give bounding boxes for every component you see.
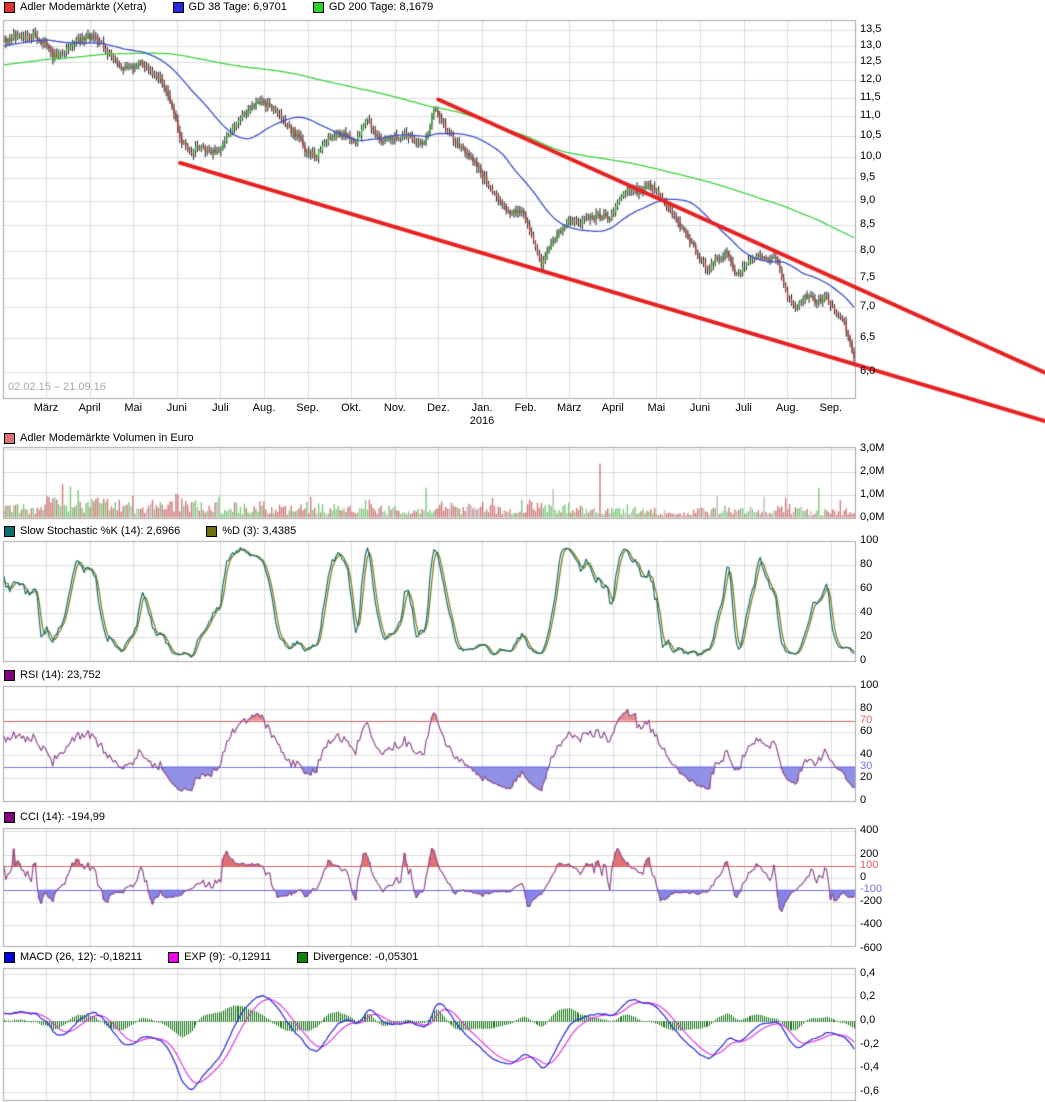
stochastic-d-label: %D (3): 3,4385 [222, 525, 296, 537]
macd-divergence-swatch [297, 952, 308, 963]
macd-series-label: MACD (26, 12): -0,18211 [20, 951, 142, 963]
legend-item: MACD (26, 12): -0,18211 [4, 951, 142, 963]
macd-series-swatch [4, 952, 15, 963]
rsi-series-swatch [4, 670, 15, 681]
gd38-label: GD 38 Tage: 6,9701 [189, 1, 287, 13]
legend-item: Divergence: -0,05301 [297, 951, 418, 963]
price-pane-legend: Adler Modemärkte (Xetra) GD 38 Tage: 6,9… [4, 1, 433, 13]
price-series-swatch [4, 2, 15, 13]
stochastic-d-swatch [206, 526, 217, 537]
rsi-series-label: RSI (14): 23,752 [20, 669, 101, 681]
cci-pane-legend: CCI (14): -194,99 [4, 811, 105, 823]
legend-item: CCI (14): -194,99 [4, 811, 105, 823]
cci-series-swatch [4, 812, 15, 823]
legend-item: RSI (14): 23,752 [4, 669, 101, 681]
volume-series-label: Adler Modemärkte Volumen in Euro [20, 432, 194, 444]
legend-item: EXP (9): -0,12911 [168, 951, 271, 963]
rsi-pane-legend: RSI (14): 23,752 [4, 669, 101, 681]
stochastic-k-swatch [4, 526, 15, 537]
macd-signal-label: EXP (9): -0,12911 [184, 951, 271, 963]
chart-page: { "date_range_label": "02.02.15 – 21.09.… [0, 0, 1045, 1102]
price-series-label: Adler Modemärkte (Xetra) [20, 1, 147, 13]
legend-item: GD 38 Tage: 6,9701 [173, 1, 287, 13]
legend-item: Adler Modemärkte (Xetra) [4, 1, 147, 13]
macd-divergence-label: Divergence: -0,05301 [313, 951, 418, 963]
legend-item: Slow Stochastic %K (14): 2,6966 [4, 525, 180, 537]
legend-item: %D (3): 3,4385 [206, 525, 296, 537]
cci-series-label: CCI (14): -194,99 [20, 811, 105, 823]
gd200-label: GD 200 Tage: 8,1679 [329, 1, 433, 13]
gd200-swatch [313, 2, 324, 13]
macd-signal-swatch [168, 952, 179, 963]
date-range-label: 02.02.15 – 21.09.16 [8, 381, 106, 393]
stochastic-pane-legend: Slow Stochastic %K (14): 2,6966 %D (3): … [4, 525, 296, 537]
volume-pane-legend: Adler Modemärkte Volumen in Euro [4, 432, 194, 444]
chart-canvas [0, 0, 1045, 1102]
volume-series-swatch [4, 433, 15, 444]
legend-item: Adler Modemärkte Volumen in Euro [4, 432, 194, 444]
gd38-swatch [173, 2, 184, 13]
macd-pane-legend: MACD (26, 12): -0,18211 EXP (9): -0,1291… [4, 951, 418, 963]
legend-item: GD 200 Tage: 8,1679 [313, 1, 433, 13]
stochastic-k-label: Slow Stochastic %K (14): 2,6966 [20, 525, 180, 537]
